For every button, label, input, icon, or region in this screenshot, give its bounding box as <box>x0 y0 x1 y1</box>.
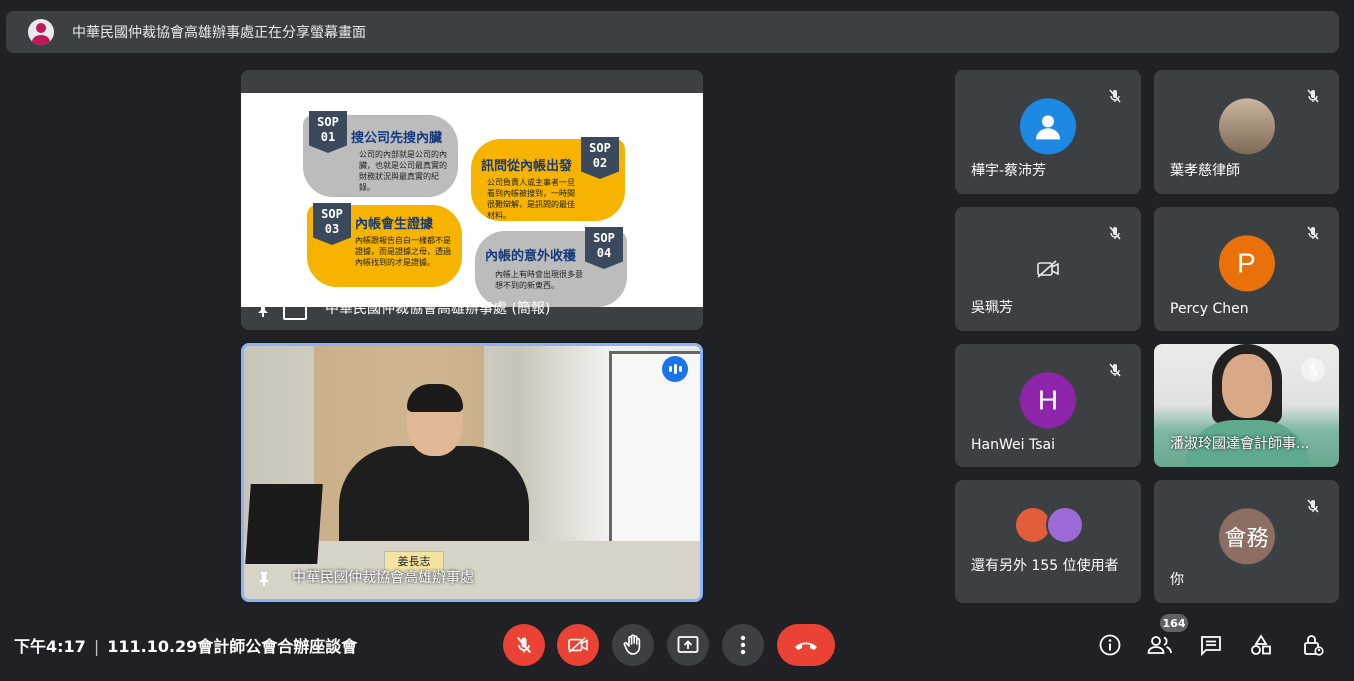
mic-off-icon <box>1301 84 1325 108</box>
slide-item-4-body: 內帳上有時會出現很多意想不到的新東西。 <box>495 270 583 290</box>
camera-off-icon <box>1036 259 1060 283</box>
participant-name: 樺宇-蔡沛芳 <box>971 163 1047 179</box>
others-count-label: 還有另外 155 位使用者 <box>971 558 1119 574</box>
default-avatar-icon <box>1020 98 1076 155</box>
participant-name: Percy Chen <box>1170 301 1249 317</box>
meeting-details-button[interactable] <box>1092 627 1128 663</box>
meeting-info: 下午4:17 | 111.10.29會計師公會合辦座談會 <box>14 633 357 657</box>
participant-name: 葉孝慈律師 <box>1170 163 1240 179</box>
present-screen-icon <box>283 302 307 320</box>
video-caption: 中華民國仲裁協會高雄辦事處 <box>292 570 474 586</box>
lock-person-icon <box>1304 635 1324 656</box>
participant-name: HanWei Tsai <box>971 437 1055 453</box>
participant-name: 潘淑玲國達會計師事... <box>1170 436 1310 452</box>
participant-tile[interactable]: 吳珮芳 <box>955 207 1141 331</box>
mic-off-icon <box>516 636 532 654</box>
chat-icon <box>1201 636 1221 656</box>
sop-badge-3: SOP 03 <box>313 203 351 245</box>
presentation-caption: 中華民國仲裁協會高雄辦事處 (簡報) <box>325 301 551 317</box>
slide-item-2-body: 公司負責人或主事者一旦看到內帳被搜到，一時間很難辯解，是訊問的最佳材料。 <box>487 178 575 220</box>
presentation-slide: SOP 01 搜公司先搜內臟 公司的內部就是公司的內臟，也就是公司最真實的財務狀況… <box>241 93 703 307</box>
speaking-indicator-icon <box>662 356 688 382</box>
slide-item-1-title: 搜公司先搜內臟 <box>351 131 443 146</box>
leave-call-button[interactable] <box>777 624 835 666</box>
slide-item-3-title: 內帳會生證據 <box>355 217 434 232</box>
mic-off-icon <box>1301 221 1325 245</box>
participant-tile[interactable]: P Percy Chen <box>1154 207 1339 331</box>
camera-off-icon <box>568 637 588 653</box>
mic-off-icon <box>1103 221 1127 245</box>
other-avatar-icon <box>1046 506 1084 544</box>
participant-face <box>1222 354 1272 418</box>
participant-tile[interactable]: H HanWei Tsai <box>955 344 1141 467</box>
sharing-banner-text: 中華民國仲裁協會高雄辦事處正在分享螢幕畫面 <box>72 25 366 41</box>
participant-tile[interactable]: 葉孝慈律師 <box>1154 70 1339 194</box>
slide-item-2-title: 訊問從內帳出發 <box>481 159 573 174</box>
sop-badge-4: SOP 04 <box>585 227 623 269</box>
divider: | <box>93 637 100 656</box>
info-icon <box>1099 634 1121 656</box>
clock: 下午4:17 <box>14 637 86 656</box>
participant-name: 你 <box>1170 572 1184 588</box>
mic-off-icon <box>1103 84 1127 108</box>
slide-item-3-body: 內帳跟報告自白一樣都不是證據，而是證據之母，透過內帳找到的才是證據。 <box>355 236 451 267</box>
people-button[interactable] <box>1142 627 1178 663</box>
camera-toggle-button[interactable] <box>557 624 599 666</box>
letter-avatar: H <box>1020 371 1076 428</box>
chat-button[interactable] <box>1193 627 1229 663</box>
self-avatar: 會務 <box>1218 507 1275 564</box>
participant-tile[interactable]: 樺宇-蔡沛芳 <box>955 70 1141 194</box>
people-icon <box>1147 636 1172 654</box>
participant-name: 吳珮芳 <box>971 300 1013 316</box>
present-screen-icon <box>677 636 699 653</box>
presentation-tile[interactable]: SOP 01 搜公司先搜內臟 公司的內部就是公司的內臟，也就是公司最真實的財務狀況… <box>241 70 703 330</box>
participant-video-tile[interactable]: 潘淑玲國達會計師事... <box>1154 344 1339 467</box>
more-options-button[interactable] <box>722 624 764 666</box>
profile-photo <box>1218 98 1275 155</box>
hang-up-icon <box>795 642 817 650</box>
sharing-banner: 中華民國仲裁協會高雄辦事處正在分享螢幕畫面 <box>6 11 1339 53</box>
others-tile[interactable]: 還有另外 155 位使用者 <box>955 480 1141 603</box>
host-controls-button[interactable] <box>1295 627 1331 663</box>
pin-icon[interactable] <box>255 302 271 318</box>
laptop <box>245 484 323 564</box>
self-tile[interactable]: 會務 你 <box>1154 480 1339 603</box>
presenter-avatar-icon <box>28 19 54 45</box>
mic-off-icon <box>1301 494 1325 518</box>
mic-toggle-button[interactable] <box>503 624 545 666</box>
meeting-title: 111.10.29會計師公會合辦座談會 <box>107 637 358 656</box>
shapes-icon <box>1251 634 1271 655</box>
sop-badge-1: SOP 01 <box>309 111 347 153</box>
sop-badge-2: SOP 02 <box>581 137 619 179</box>
letter-avatar: P <box>1218 235 1275 292</box>
speaker-video-tile[interactable]: 姜長志 中華民國仲裁協會高雄辦事處 <box>241 343 703 602</box>
mic-off-icon <box>1103 358 1127 382</box>
projection-screen <box>609 351 700 561</box>
present-button[interactable] <box>667 624 709 666</box>
slide-item-4-title: 內帳的意外收穫 <box>485 249 577 264</box>
raise-hand-button[interactable] <box>612 624 654 666</box>
hand-icon <box>623 634 641 655</box>
mic-off-icon <box>1301 358 1325 382</box>
more-vert-icon <box>740 635 746 655</box>
activities-button[interactable] <box>1243 627 1279 663</box>
slide-item-1-body: 公司的內部就是公司的內臟，也就是公司最真實的財務狀況與最真實的紀錄。 <box>359 150 447 192</box>
pin-icon[interactable] <box>256 571 272 587</box>
